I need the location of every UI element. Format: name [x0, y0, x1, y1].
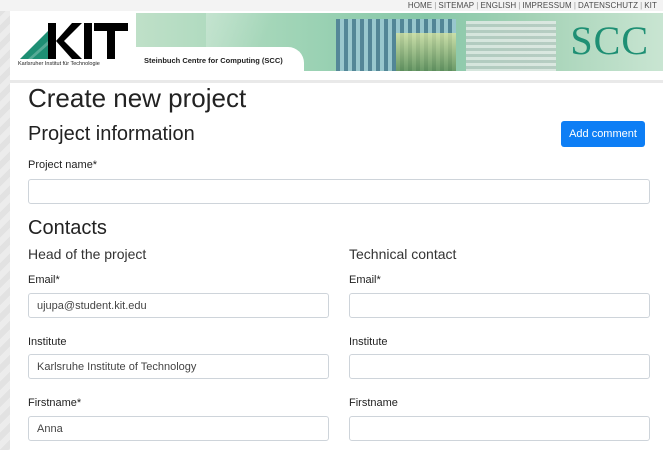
nav-datenschutz-link[interactable]: DATENSCHUTZ	[578, 0, 638, 11]
kit-logo-icon	[20, 23, 128, 59]
tech-institute-label: Institute	[349, 336, 388, 348]
head-email-input[interactable]	[28, 293, 329, 318]
project-information-heading: Project information	[28, 123, 195, 145]
tech-institute-input[interactable]	[349, 354, 650, 379]
nav-impressum-link[interactable]: IMPRESSUM	[522, 0, 571, 11]
technical-contact-heading: Technical contact	[349, 246, 457, 262]
tech-firstname-label: Firstname	[349, 397, 398, 409]
site-header: Karlsruher Institut für Technologie Stei…	[10, 11, 663, 81]
project-name-label: Project name*	[28, 159, 98, 171]
contacts-heading: Contacts	[28, 217, 107, 239]
scc-banner: Steinbuch Centre for Computing (SCC) SCC	[136, 13, 663, 71]
nav-home-link[interactable]: HOME	[408, 0, 432, 11]
head-of-project-heading: Head of the project	[28, 246, 147, 262]
top-navigation: HOME | SITEMAP | ENGLISH | IMPRESSUM | DATEN…	[407, 0, 657, 11]
main-content: Create new project Project information A…	[10, 83, 663, 450]
banner-label: Steinbuch Centre for Computing (SCC)	[144, 56, 283, 65]
banner-image-tree	[396, 33, 456, 71]
head-firstname-input[interactable]	[28, 416, 329, 441]
nav-kit-link[interactable]: KIT	[644, 0, 657, 11]
scc-logo[interactable]: SCC	[570, 17, 649, 64]
project-name-input[interactable]	[28, 179, 650, 204]
head-firstname-label: Firstname*	[28, 397, 82, 409]
head-institute-input[interactable]	[28, 354, 329, 379]
page-title: Create new project	[28, 83, 247, 113]
tech-email-label: Email*	[349, 274, 381, 286]
nav-sitemap-link[interactable]: SITEMAP	[438, 0, 474, 11]
add-comment-button[interactable]: Add comment	[561, 121, 645, 147]
head-institute-label: Institute	[28, 336, 67, 348]
kit-subtitle: Karlsruher Institut für Technologie	[18, 61, 100, 67]
nav-english-link[interactable]: ENGLISH	[480, 0, 516, 11]
banner-label-tab: Steinbuch Centre for Computing (SCC)	[136, 47, 304, 71]
tech-firstname-input[interactable]	[349, 416, 650, 441]
banner-image-facade	[466, 21, 556, 71]
head-email-label: Email*	[28, 274, 60, 286]
top-bar: HOME | SITEMAP | ENGLISH | IMPRESSUM | DATEN…	[0, 0, 663, 11]
kit-logo[interactable]: Karlsruher Institut für Technologie	[12, 13, 134, 71]
tech-email-input[interactable]	[349, 293, 650, 318]
